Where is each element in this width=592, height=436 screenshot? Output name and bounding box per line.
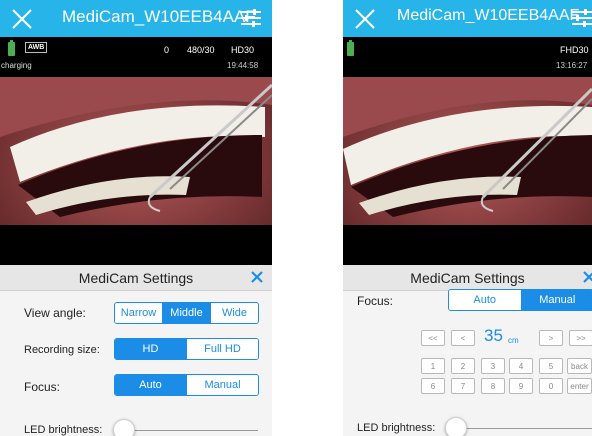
device-title: MediCam_W10EEB4AAF bbox=[397, 7, 580, 24]
recording-size-control: HD Full HD bbox=[114, 338, 259, 360]
camera-status-bar: FHD30 13:16:27 bbox=[343, 37, 592, 77]
key-step-back[interactable]: < bbox=[451, 330, 475, 346]
key-jump-forward[interactable]: >> bbox=[569, 330, 592, 346]
key-7[interactable]: 7 bbox=[451, 378, 475, 394]
resolution-readout: 480/30 bbox=[187, 45, 215, 55]
key-5[interactable]: 5 bbox=[539, 358, 563, 374]
led-brightness-knob[interactable] bbox=[113, 419, 135, 436]
clock-readout: 13:16:27 bbox=[556, 61, 588, 70]
key-6[interactable]: 6 bbox=[421, 378, 445, 394]
app-header: MediCam_W10EEB4AAF bbox=[343, 0, 592, 37]
settings-title: MediCam Settings bbox=[410, 270, 525, 286]
settings-header: MediCam Settings bbox=[343, 265, 592, 291]
key-8[interactable]: 8 bbox=[481, 378, 505, 394]
view-angle-label: View angle: bbox=[24, 306, 86, 320]
device-title: MediCam_W10EEB4AAF bbox=[62, 7, 256, 26]
close-settings-icon[interactable] bbox=[250, 270, 264, 284]
battery-icon bbox=[8, 40, 15, 56]
focus-manual[interactable]: Manual bbox=[520, 290, 592, 310]
close-icon[interactable] bbox=[10, 4, 34, 32]
key-step-forward[interactable]: > bbox=[539, 330, 563, 346]
dental-camera-image bbox=[343, 77, 592, 265]
led-brightness-track bbox=[118, 430, 258, 431]
led-brightness-label: LED brightness: bbox=[24, 424, 103, 436]
left-phone-screen: MediCam_W10EEB4AAF charging AWB 0 480/30… bbox=[0, 0, 272, 436]
led-brightness-knob[interactable] bbox=[445, 417, 467, 436]
focus-control: Auto Manual bbox=[448, 289, 592, 311]
camera-status-bar: charging AWB 0 480/30 HD30 19:44:58 bbox=[0, 37, 272, 77]
view-angle-wide[interactable]: Wide bbox=[210, 303, 258, 323]
clock-readout: 19:44:58 bbox=[227, 61, 259, 70]
view-angle-control: Narrow Middle Wide bbox=[114, 302, 259, 324]
focus-control: Auto Manual bbox=[114, 374, 259, 396]
recording-size-full-hd[interactable]: Full HD bbox=[186, 339, 258, 359]
focus-manual[interactable]: Manual bbox=[186, 375, 258, 395]
key-back[interactable]: back bbox=[567, 358, 592, 374]
key-4[interactable]: 4 bbox=[509, 358, 533, 374]
focus-auto[interactable]: Auto bbox=[449, 290, 521, 310]
settings-header: MediCam Settings bbox=[0, 265, 272, 291]
settings-title: MediCam Settings bbox=[78, 270, 194, 286]
focus-label: Focus: bbox=[24, 380, 61, 394]
camera-preview bbox=[343, 77, 592, 265]
view-angle-middle[interactable]: Middle bbox=[162, 303, 210, 323]
quality-readout: FHD30 bbox=[560, 45, 589, 55]
focus-distance-unit: cm bbox=[508, 336, 519, 345]
app-header: MediCam_W10EEB4AAF bbox=[0, 0, 272, 37]
focus-distance-value: 35 bbox=[484, 326, 503, 345]
charging-label: charging bbox=[1, 61, 32, 70]
key-9[interactable]: 9 bbox=[509, 378, 533, 394]
led-brightness-label: LED brightness: bbox=[357, 422, 436, 434]
quality-readout: HD30 bbox=[231, 45, 255, 55]
key-enter[interactable]: enter bbox=[567, 378, 592, 394]
dental-camera-image bbox=[0, 77, 272, 265]
battery-icon bbox=[347, 40, 354, 56]
key-jump-back[interactable]: << bbox=[421, 330, 445, 346]
key-2[interactable]: 2 bbox=[451, 358, 475, 374]
recording-size-hd[interactable]: HD bbox=[115, 339, 186, 359]
focus-label: Focus: bbox=[357, 294, 394, 308]
right-phone-screen: MediCam_W10EEB4AAF FHD30 13:16:27 MediCa… bbox=[343, 0, 592, 436]
led-brightness-track bbox=[455, 428, 592, 429]
view-angle-narrow[interactable]: Narrow bbox=[115, 303, 162, 323]
key-0[interactable]: 0 bbox=[539, 378, 563, 394]
recording-size-label: Recording size: bbox=[24, 344, 100, 356]
key-1[interactable]: 1 bbox=[421, 358, 445, 374]
close-icon[interactable] bbox=[353, 4, 377, 32]
focus-auto[interactable]: Auto bbox=[115, 375, 186, 395]
camera-preview bbox=[0, 77, 272, 265]
recording-count: 0 bbox=[164, 45, 170, 55]
awb-badge: AWB bbox=[25, 42, 48, 53]
settings-sliders-icon[interactable] bbox=[571, 8, 592, 28]
settings-sliders-icon[interactable] bbox=[240, 8, 262, 28]
key-3[interactable]: 3 bbox=[481, 358, 505, 374]
close-settings-icon[interactable] bbox=[582, 270, 592, 284]
